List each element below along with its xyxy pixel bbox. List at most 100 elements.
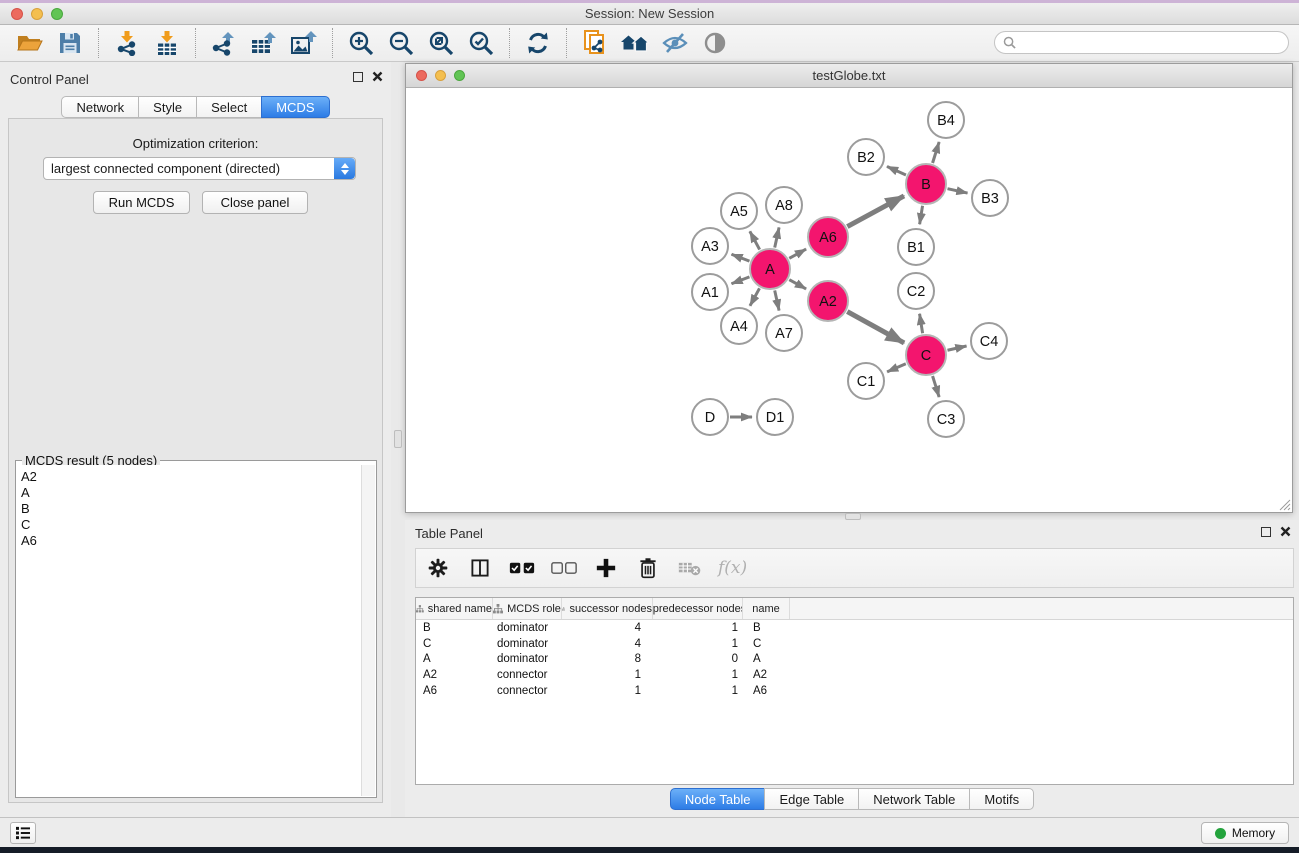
export-table-button[interactable] [246,27,282,59]
export-network-button[interactable] [206,27,242,59]
table-panel-tabs: Node TableEdge TableNetwork TableMotifs [405,788,1299,810]
graph-node-A6[interactable]: A6 [808,217,848,257]
graph-node-A3[interactable]: A3 [692,228,728,264]
table-row-A6[interactable]: A6connector11A6 [416,683,1293,699]
clone-network-button[interactable] [577,27,613,59]
graph-node-B2[interactable]: B2 [848,139,884,175]
select-all-button[interactable] [508,554,536,582]
zoom-selected-button[interactable] [463,27,499,59]
column-header-successor-nodes[interactable]: successor nodes [562,598,653,619]
network-canvas[interactable]: B4 B2 B B3 A8 A5 A6 A3 B1 A A1 C2 A2 A4A7 C4 C C1 C3 D D1 [406,88,1292,512]
show-panels-list-button[interactable] [10,822,36,844]
zoom-fit-button[interactable] [423,27,459,59]
close-panel-icon[interactable] [372,71,383,82]
tab-select[interactable]: Select [196,96,262,118]
table-row-C[interactable]: Cdominator41C [416,636,1293,652]
table-options-button[interactable] [424,554,452,582]
graph-node-A8[interactable]: A8 [766,187,802,223]
export-image-button[interactable] [286,27,322,59]
result-item-C[interactable]: C [21,517,357,533]
run-mcds-button[interactable]: Run MCDS [93,191,190,214]
close-panel-button[interactable]: Close panel [202,191,308,214]
show-columns-button[interactable] [466,554,494,582]
search-input[interactable] [1021,36,1288,50]
search-box[interactable] [994,31,1289,54]
column-header-predecessor-nodes[interactable]: predecessor nodes [653,598,743,619]
table-body: Bdominator41BCdominator41CAdominator80AA… [416,620,1293,698]
save-session-button[interactable] [52,27,88,59]
toolbar-separator [98,28,99,58]
graph-node-B1[interactable]: B1 [898,229,934,265]
criterion-select[interactable]: largest connected component (directed) [43,157,356,180]
result-item-A6[interactable]: A6 [21,533,357,549]
graph-node-A2[interactable]: A2 [808,281,848,321]
memory-button[interactable]: Memory [1201,822,1289,844]
graph-node-A7[interactable]: A7 [766,315,802,351]
refresh-button[interactable] [520,27,556,59]
network-window-titlebar[interactable]: testGlobe.txt [406,64,1292,88]
graph-node-C4[interactable]: C4 [971,323,1007,359]
column-header-MCDS-role[interactable]: MCDS role [493,598,562,619]
zoom-in-button[interactable] [343,27,379,59]
result-item-B[interactable]: B [21,501,357,517]
column-header-shared-name[interactable]: shared name [416,598,493,619]
float-panel-icon[interactable] [353,72,363,82]
hide-graphics-details-button[interactable] [657,27,693,59]
tab-mcds[interactable]: MCDS [261,96,329,118]
attribute-icon [562,604,565,614]
home-button[interactable] [617,27,653,59]
table-header-row[interactable]: shared nameMCDS rolesuccessor nodesprede… [416,598,1293,620]
zoom-out-button[interactable] [383,27,419,59]
toolbar-separator [195,28,196,58]
import-table-button[interactable] [149,27,185,59]
table-row-A[interactable]: Adominator80A [416,651,1293,667]
import-network-button[interactable] [109,27,145,59]
svg-text:C4: C4 [980,334,999,350]
svg-text:A: A [765,262,775,278]
graph-node-A4[interactable]: A4 [721,308,757,344]
graph-node-C1[interactable]: C1 [848,363,884,399]
graph-node-A1[interactable]: A1 [692,274,728,310]
search-icon [1003,36,1016,49]
graph-node-D1[interactable]: D1 [757,399,793,435]
tab-motifs[interactable]: Motifs [969,788,1034,810]
refresh-icon [525,30,551,56]
table-row-B[interactable]: Bdominator41B [416,620,1293,636]
tab-network-table[interactable]: Network Table [858,788,970,810]
open-session-button[interactable] [12,27,48,59]
tab-edge-table[interactable]: Edge Table [764,788,859,810]
graph-node-D[interactable]: D [692,399,728,435]
graph-node-C2[interactable]: C2 [898,273,934,309]
svg-text:A5: A5 [730,204,748,220]
graph-node-B4[interactable]: B4 [928,102,964,138]
tab-network[interactable]: Network [61,96,139,118]
graph-node-A[interactable]: A [750,249,790,289]
float-table-panel-icon[interactable] [1261,527,1271,537]
tab-node-table[interactable]: Node Table [670,788,766,810]
result-item-A[interactable]: A [21,485,357,501]
control-panel-tabs: NetworkStyleSelectMCDS [0,96,391,118]
delete-column-button[interactable] [634,554,662,582]
tab-style[interactable]: Style [138,96,197,118]
graph-edge-A-A6 [789,249,806,258]
column-header-name[interactable]: name [743,598,790,619]
result-item-A2[interactable]: A2 [21,469,357,485]
graph-node-B[interactable]: B [906,164,946,204]
cell: 4 [562,636,653,652]
close-table-panel-icon[interactable] [1280,526,1291,537]
zoom-out-icon [387,29,415,57]
graph-node-A5[interactable]: A5 [721,193,757,229]
show-graphics-details-button[interactable] [697,27,733,59]
add-column-button[interactable] [592,554,620,582]
resize-grip[interactable] [1277,497,1291,511]
table-row-A2[interactable]: A2connector11A2 [416,667,1293,683]
horizontal-divider-grabber[interactable] [845,513,861,520]
deselect-all-button[interactable] [550,554,578,582]
result-list-scrollbar[interactable] [361,465,375,796]
hide-details-icon [661,31,689,55]
vertical-divider-grabber[interactable] [394,430,402,448]
memory-status-dot-icon [1215,828,1226,839]
graph-node-C[interactable]: C [906,335,946,375]
graph-node-B3[interactable]: B3 [972,180,1008,216]
graph-node-C3[interactable]: C3 [928,401,964,437]
